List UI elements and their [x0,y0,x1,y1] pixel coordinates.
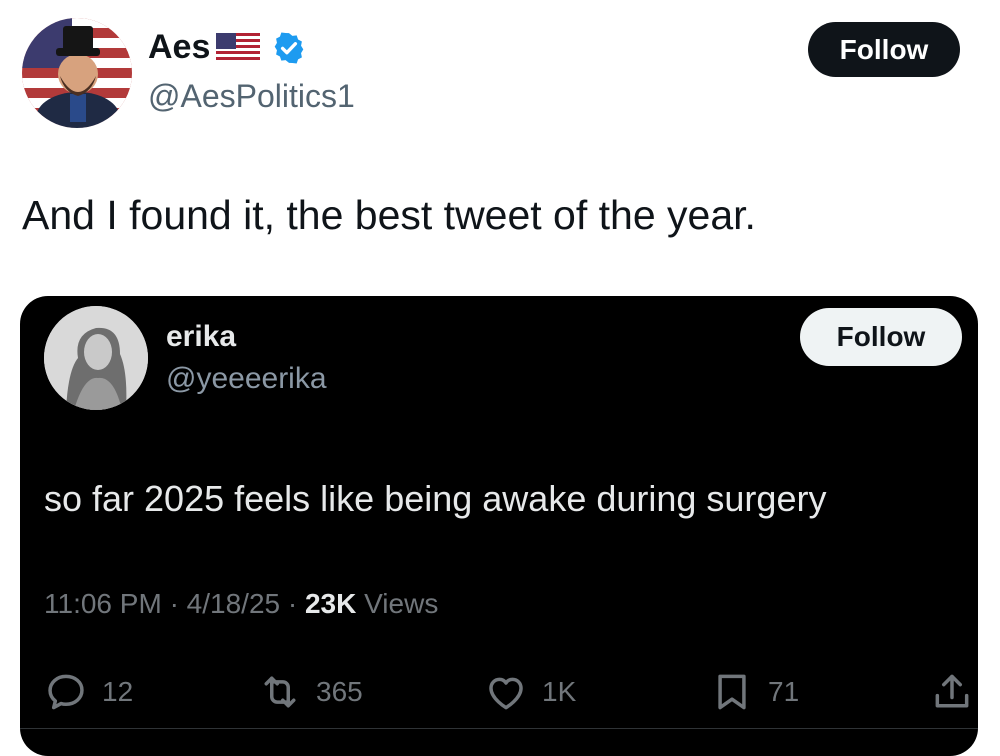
card-divider [20,728,978,729]
quoted-tweet-text: so far 2025 feels like being awake durin… [44,478,827,519]
tweet-meta: 11:06 PM · 4/18/25 · 23K Views [44,588,438,620]
bookmark-icon [718,674,746,710]
meta-separator: · [287,588,305,619]
tweet-text: And I found it, the best tweet of the ye… [22,192,756,238]
verified-badge-icon [275,32,304,63]
share-button[interactable] [930,670,974,714]
quoted-follow-button[interactable]: Follow [800,308,962,366]
avatar[interactable] [22,18,132,128]
like-icon [489,677,523,710]
quoted-avatar[interactable] [44,306,148,410]
action-bar: 12 365 1K 71 [44,670,974,720]
share-icon [935,674,969,708]
reply-count: 12 [102,676,134,707]
repost-icon [264,676,296,708]
author-name-row: Aes [148,28,306,67]
follow-button[interactable]: Follow [808,22,960,77]
repost-button[interactable]: 365 [258,670,363,714]
bookmark-button[interactable]: 71 [710,670,799,714]
quoted-tweet-card[interactable]: erika @yeeeerika Follow so far 2025 feel… [20,296,978,756]
reply-button[interactable]: 12 [44,670,133,714]
like-count: 1K [542,676,577,707]
quoted-author-handle[interactable]: @yeeeerika [166,362,327,396]
quoted-author-name[interactable]: erika [166,320,236,354]
bookmark-count: 71 [768,676,800,707]
tweet-date[interactable]: 4/18/25 [187,588,280,619]
us-flag-icon [216,32,261,63]
author-handle[interactable]: @AesPolitics1 [148,78,355,115]
like-button[interactable]: 1K [484,670,576,714]
tweet-time[interactable]: 11:06 PM [44,588,162,619]
tweet-header: Aes @AesPolitics1 Follow [0,0,1000,140]
views-count: 23K [304,588,357,619]
repost-count: 365 [316,676,363,707]
meta-separator: · [169,588,187,619]
reply-icon [48,674,84,710]
author-name[interactable]: Aes [148,28,210,67]
views-label: Views [364,588,439,619]
